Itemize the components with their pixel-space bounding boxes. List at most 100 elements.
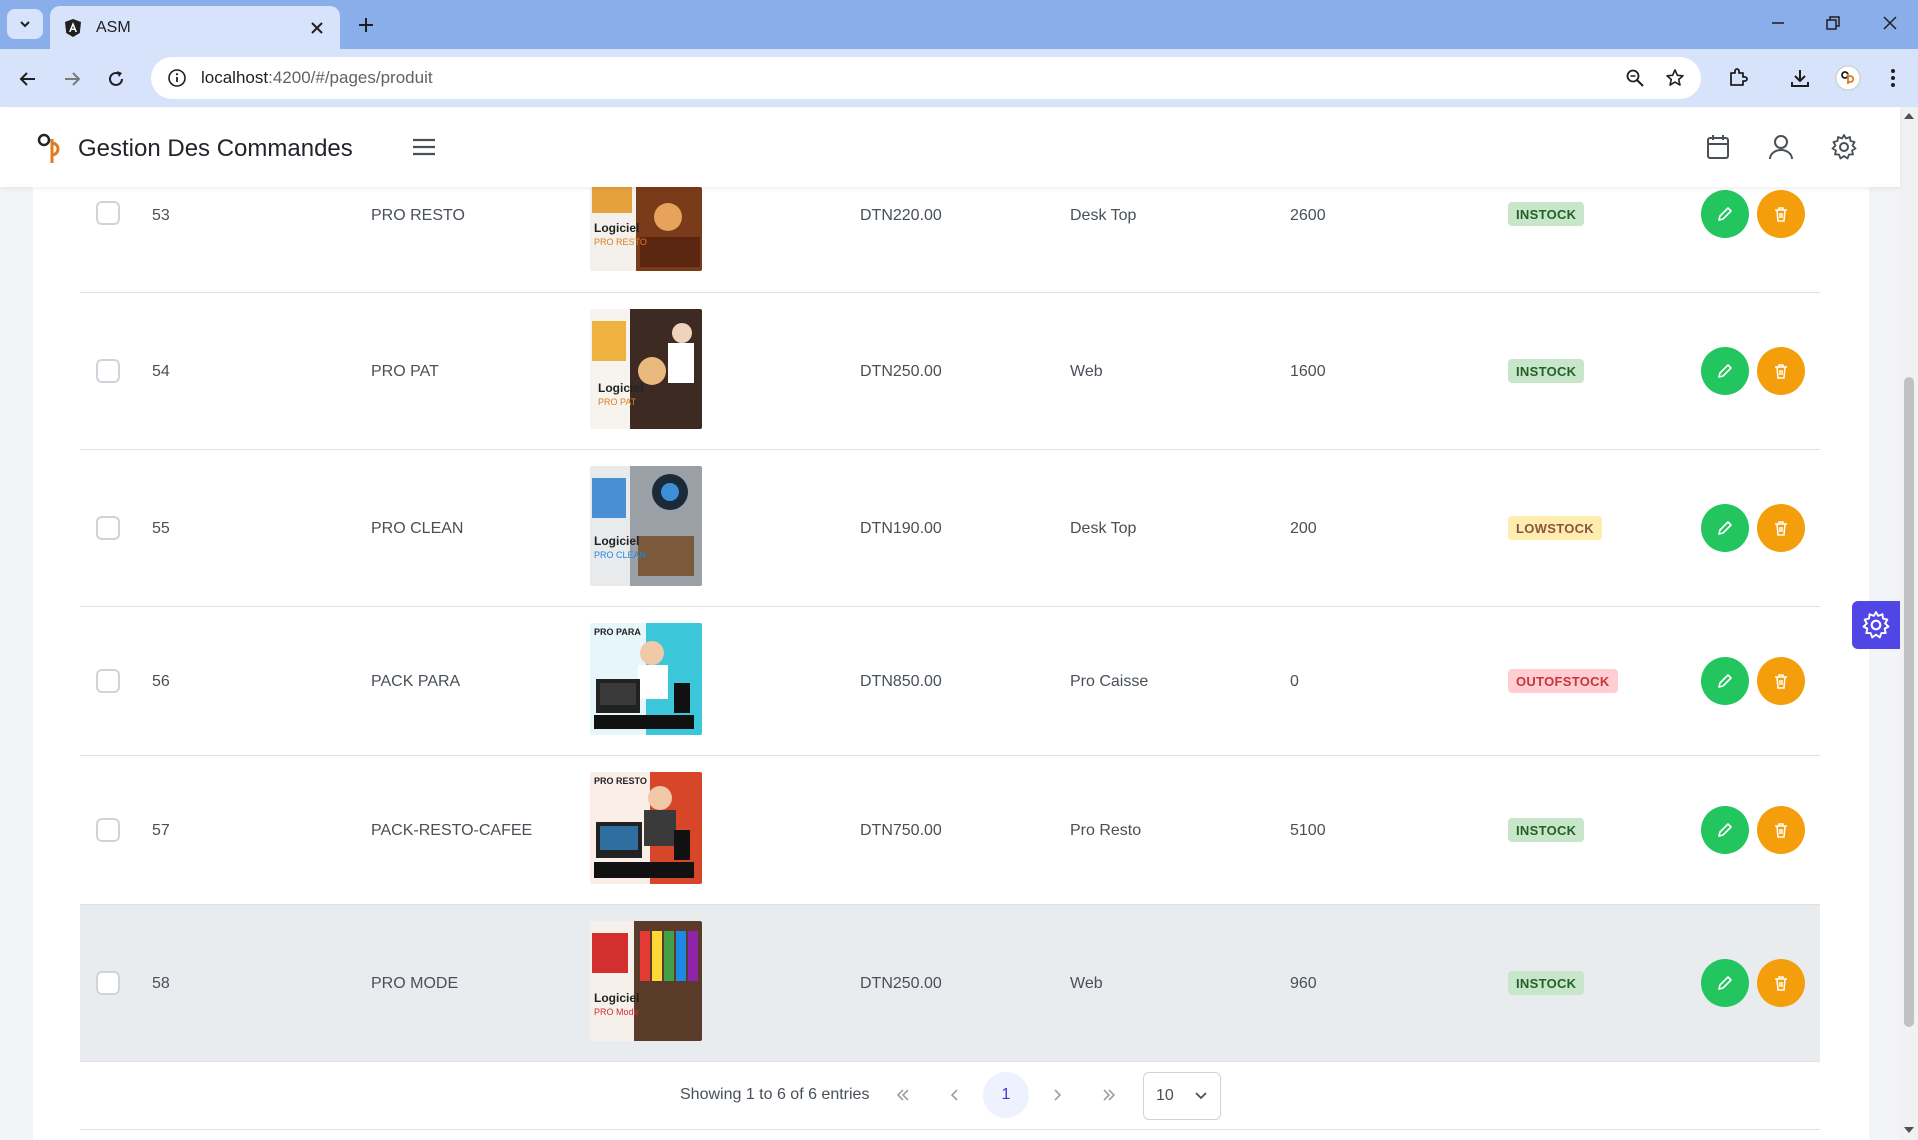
delete-button[interactable] xyxy=(1757,504,1805,552)
bookmark-star-icon[interactable] xyxy=(1655,58,1695,98)
image-subcaption: PRO Mode xyxy=(594,1007,639,1017)
product-price: DTN850.00 xyxy=(860,673,942,690)
product-image: Logiciel PRO PAT xyxy=(590,309,702,429)
back-button[interactable] xyxy=(12,63,44,95)
forward-button[interactable] xyxy=(56,63,88,95)
product-category: Pro Resto xyxy=(1070,822,1142,839)
delete-button[interactable] xyxy=(1757,347,1805,395)
minimize-button[interactable] xyxy=(1758,8,1798,38)
address-bar[interactable]: localhost:4200/#/pages/produit xyxy=(151,57,1701,99)
product-quantity: 0 xyxy=(1290,673,1299,690)
chevron-right-icon xyxy=(1054,1089,1061,1101)
profile-avatar-icon[interactable] xyxy=(1830,60,1866,96)
zoom-icon[interactable] xyxy=(1615,58,1655,98)
image-caption: Logiciel xyxy=(598,381,644,395)
url-path: :4200/#/pages/produit xyxy=(268,68,433,87)
site-info-icon[interactable] xyxy=(157,58,197,98)
pencil-icon xyxy=(1718,823,1732,837)
extensions-icon[interactable] xyxy=(1720,60,1756,96)
app-topbar: Gestion Des Commandes xyxy=(0,107,1900,187)
edit-button[interactable] xyxy=(1701,504,1749,552)
rows-per-page-value: 10 xyxy=(1156,1087,1174,1104)
table-row[interactable]: 53 PRO RESTO Logiciel PRO RESTO DTN220.0… xyxy=(80,187,1820,293)
edit-button[interactable] xyxy=(1701,347,1749,395)
new-tab-button[interactable] xyxy=(352,11,380,39)
edit-button[interactable] xyxy=(1701,959,1749,1007)
scroll-up-arrow-icon[interactable] xyxy=(1904,111,1914,121)
product-image: PRO RESTO xyxy=(590,772,702,884)
product-id: 58 xyxy=(152,975,170,992)
next-page-button[interactable] xyxy=(1034,1072,1080,1118)
image-caption: Logiciel xyxy=(594,221,640,235)
menu-toggle-button[interactable] xyxy=(408,131,440,163)
edit-button[interactable] xyxy=(1701,657,1749,705)
url-host: localhost xyxy=(201,68,269,87)
hamburger-icon xyxy=(413,138,435,156)
reload-button[interactable] xyxy=(100,63,132,95)
product-name: PRO RESTO xyxy=(371,207,465,224)
product-name: PRO PAT xyxy=(371,363,439,380)
app-title[interactable]: Gestion Des Commandes xyxy=(78,135,353,163)
pencil-icon xyxy=(1718,364,1732,378)
product-image: Logiciel PRO Mode xyxy=(590,921,702,1041)
pencil-icon xyxy=(1718,976,1732,990)
trash-icon xyxy=(1775,976,1787,991)
page-scrollbar[interactable] xyxy=(1900,107,1918,1140)
product-name: PRO CLEAN xyxy=(371,520,464,537)
image-subcaption: PRO CLEAN xyxy=(594,550,647,560)
status-badge: OUTOFSTOCK xyxy=(1508,669,1618,693)
rows-per-page-select[interactable]: 10 xyxy=(1143,1072,1221,1120)
scroll-down-arrow-icon[interactable] xyxy=(1904,1125,1914,1135)
delete-button[interactable] xyxy=(1757,806,1805,854)
row-checkbox[interactable] xyxy=(96,669,120,693)
delete-button[interactable] xyxy=(1757,657,1805,705)
minimize-icon xyxy=(1772,22,1784,24)
browser-menu-icon[interactable] xyxy=(1875,60,1911,96)
delete-button[interactable] xyxy=(1757,959,1805,1007)
status-badge: INSTOCK xyxy=(1508,202,1585,226)
table-row[interactable]: 54 PRO PAT Logiciel PRO PAT DTN250.00 We… xyxy=(80,293,1820,450)
row-checkbox[interactable] xyxy=(96,516,120,540)
table-row[interactable]: 58 PRO MODE Logiciel PRO Mode DTN250.00 … xyxy=(80,905,1820,1062)
arrow-left-icon xyxy=(19,72,35,86)
page-number-button[interactable]: 1 xyxy=(983,1072,1029,1118)
row-checkbox[interactable] xyxy=(96,971,120,995)
scroll-thumb[interactable] xyxy=(1904,377,1914,1027)
last-page-button[interactable] xyxy=(1086,1072,1132,1118)
status-badge: LOWSTOCK xyxy=(1508,516,1602,540)
first-page-button[interactable] xyxy=(880,1072,926,1118)
product-name: PRO MODE xyxy=(371,975,459,992)
window-close-button[interactable] xyxy=(1870,8,1910,38)
table-row[interactable]: 57 PACK-RESTO-CAFEE PRO RESTO DTN750.00 … xyxy=(80,756,1820,905)
download-icon[interactable] xyxy=(1782,60,1818,96)
tab-search-button[interactable] xyxy=(7,9,43,39)
row-checkbox[interactable] xyxy=(96,818,120,842)
edit-button[interactable] xyxy=(1701,806,1749,854)
row-checkbox[interactable] xyxy=(96,201,120,225)
product-quantity: 2600 xyxy=(1290,207,1326,224)
layout-config-button[interactable] xyxy=(1852,601,1900,649)
row-checkbox[interactable] xyxy=(96,359,120,383)
product-price: DTN220.00 xyxy=(860,207,942,224)
pagination-summary: Showing 1 to 6 of 6 entries xyxy=(680,1086,870,1103)
product-quantity: 960 xyxy=(1290,975,1317,992)
user-button[interactable] xyxy=(1763,129,1799,165)
product-price: DTN190.00 xyxy=(860,520,942,537)
angular-logo-icon xyxy=(62,17,84,39)
close-icon[interactable] xyxy=(306,17,328,39)
delete-button[interactable] xyxy=(1757,190,1805,238)
image-subcaption: PRO RESTO xyxy=(594,776,647,786)
table-row[interactable]: 55 PRO CLEAN Logiciel PRO CLEAN DTN190.0… xyxy=(80,450,1820,607)
url-text[interactable]: localhost:4200/#/pages/produit xyxy=(201,68,1615,88)
restore-button[interactable] xyxy=(1813,8,1853,38)
table-row[interactable]: 56 PACK PARA PRO PARA DTN850.00 Pro Cais… xyxy=(80,607,1820,756)
app-logo-icon[interactable] xyxy=(36,131,66,165)
image-subcaption: PRO RESTO xyxy=(594,237,647,247)
settings-button[interactable] xyxy=(1826,129,1862,165)
chevron-down-icon xyxy=(20,21,30,28)
browser-tab[interactable]: ASM xyxy=(50,6,340,49)
trash-icon xyxy=(1775,207,1787,222)
calendar-button[interactable] xyxy=(1700,129,1736,165)
edit-button[interactable] xyxy=(1701,190,1749,238)
prev-page-button[interactable] xyxy=(932,1072,978,1118)
